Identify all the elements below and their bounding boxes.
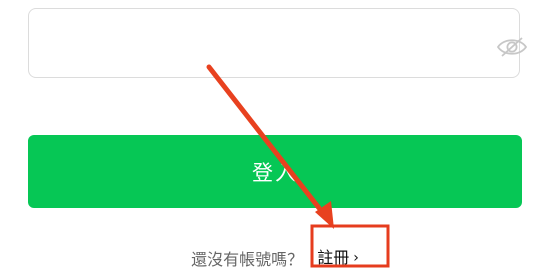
register-label: 註冊: [317, 248, 350, 267]
password-input[interactable]: [59, 31, 483, 57]
no-account-text: 還沒有帳號嗎？: [191, 250, 304, 269]
eye-slash-icon[interactable]: [495, 35, 529, 59]
login-button[interactable]: 登入: [28, 135, 522, 208]
chevron-right-icon: ›: [353, 250, 359, 266]
register-link[interactable]: 註冊 ›: [311, 242, 365, 274]
password-field[interactable]: [28, 8, 528, 78]
signup-prompt-row: 還沒有帳號嗎？ 註冊 ›: [0, 244, 550, 272]
